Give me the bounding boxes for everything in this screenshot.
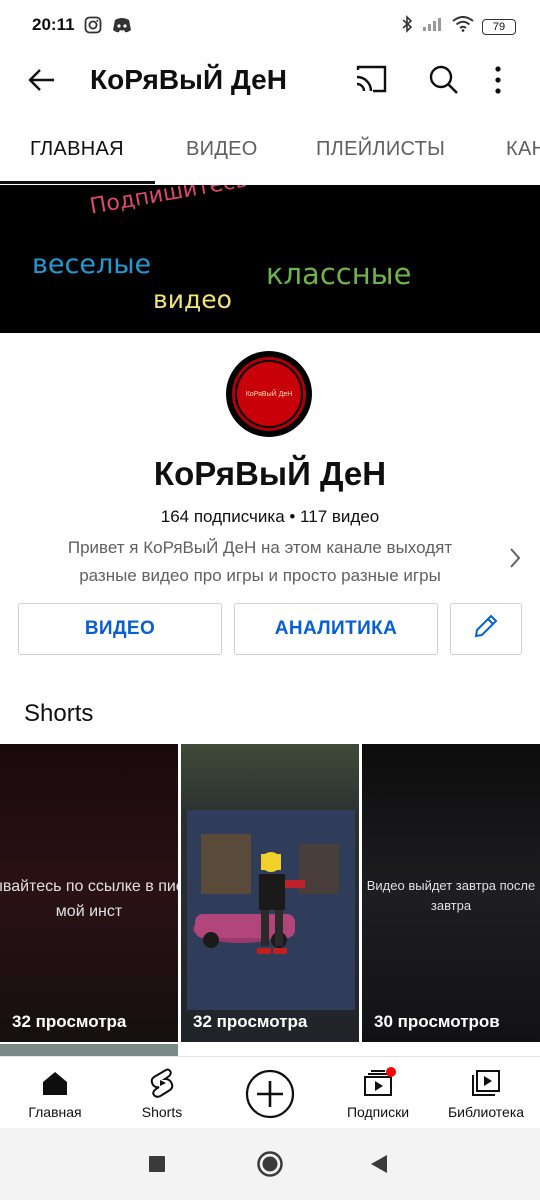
- short-caption: Видео выйдет завтра после завтра: [366, 878, 536, 913]
- short-views: 32 просмотра: [12, 1012, 127, 1031]
- signal-icon: [422, 16, 444, 37]
- edit-channel-button[interactable]: [450, 603, 522, 655]
- nav-label: Shorts: [141, 1104, 183, 1120]
- analytics-button[interactable]: АНАЛИТИКА: [234, 603, 438, 655]
- channel-tabs: ГЛАВНАЯ ВИДЕО ПЛЕЙЛИСТЫ КАН: [0, 118, 540, 184]
- bluetooth-icon: [400, 15, 414, 38]
- nav-label: Библиотека: [447, 1104, 525, 1120]
- active-tab-indicator: [0, 181, 155, 184]
- avatar[interactable]: КоРяВыЙ ДеН: [226, 351, 312, 437]
- short-card[interactable]: Подписывайтесь по ссылке в писании на мо…: [0, 744, 178, 1042]
- banner-text-cool: классные: [266, 257, 412, 291]
- more-vert-icon[interactable]: [492, 64, 504, 101]
- shorts-icon: [148, 1067, 176, 1104]
- pencil-icon: [472, 612, 500, 646]
- short-card[interactable]: 32 просмотра: [181, 744, 359, 1042]
- description-line: разные видео про игры и просто разные иг…: [79, 566, 441, 585]
- short-views: 30 просмотров: [374, 1012, 500, 1031]
- tab-playlists[interactable]: ПЛЕЙЛИСТЫ: [316, 138, 445, 161]
- channel-title: КоРяВыЙ ДеН: [90, 64, 287, 95]
- back-arrow-icon[interactable]: [26, 64, 58, 101]
- subscriptions-icon: [362, 1067, 396, 1102]
- banner-text-fun: веселые: [32, 249, 152, 280]
- create-plus-icon: [244, 1068, 296, 1125]
- instagram-icon: [84, 16, 102, 39]
- top-app-bar: КоРяВыЙ ДеН: [0, 52, 540, 108]
- home-icon: [40, 1069, 70, 1102]
- short-thumbnail: [181, 744, 359, 1042]
- home-circle-icon[interactable]: [256, 1150, 284, 1183]
- status-bar: 20:11 79: [0, 0, 540, 52]
- channel-banner: Подпишитесь на канал веселые классные ви…: [0, 185, 540, 333]
- banner-subscribe-text: Подпишитесь на канал: [88, 185, 359, 220]
- battery-level: 79: [492, 20, 506, 33]
- library-icon: [471, 1069, 501, 1102]
- tab-videos[interactable]: ВИДЕО: [186, 138, 258, 161]
- search-icon[interactable]: [428, 64, 460, 101]
- channel-name: КоРяВыЙ ДеН: [153, 455, 387, 492]
- wifi-icon: [452, 16, 474, 37]
- banner-text-videos: видео: [153, 285, 232, 314]
- avatar-text: КоРяВыЙ ДеН: [245, 390, 293, 398]
- bottom-navigation: Главная Shorts Подписки Библиотека: [0, 1056, 540, 1129]
- system-navigation-bar: [0, 1128, 540, 1200]
- next-row-thumbnail: [0, 1044, 178, 1056]
- tab-home[interactable]: ГЛАВНАЯ: [30, 138, 124, 161]
- nav-label: Главная: [28, 1104, 82, 1120]
- nav-label: Подписки: [346, 1104, 410, 1120]
- short-caption: Подписывайтесь по ссылке в писании на мо…: [0, 878, 178, 920]
- status-time: 20:11: [32, 15, 75, 34]
- recents-square-icon[interactable]: [149, 1156, 165, 1177]
- video-button[interactable]: ВИДЕО: [18, 603, 222, 655]
- shorts-section-title: Shorts: [24, 700, 94, 727]
- tab-channels[interactable]: КАН: [506, 138, 540, 161]
- avatar-logo: КоРяВыЙ ДеН: [235, 360, 303, 428]
- discord-icon: [112, 16, 132, 39]
- cast-icon[interactable]: [354, 64, 388, 99]
- chevron-right-icon[interactable]: [508, 547, 522, 574]
- channel-stats: 164 подписчика • 117 видео: [160, 507, 380, 526]
- channel-description[interactable]: Привет я КоРяВыЙ ДеН на этом канале выхо…: [30, 534, 490, 590]
- description-line: Привет я КоРяВыЙ ДеН на этом канале выхо…: [67, 538, 453, 557]
- battery-icon: 79: [482, 18, 516, 35]
- short-views: 32 просмотра: [193, 1012, 308, 1031]
- short-card[interactable]: Видео выйдет завтра после завтра 30 прос…: [362, 744, 540, 1042]
- back-triangle-icon[interactable]: [370, 1154, 388, 1179]
